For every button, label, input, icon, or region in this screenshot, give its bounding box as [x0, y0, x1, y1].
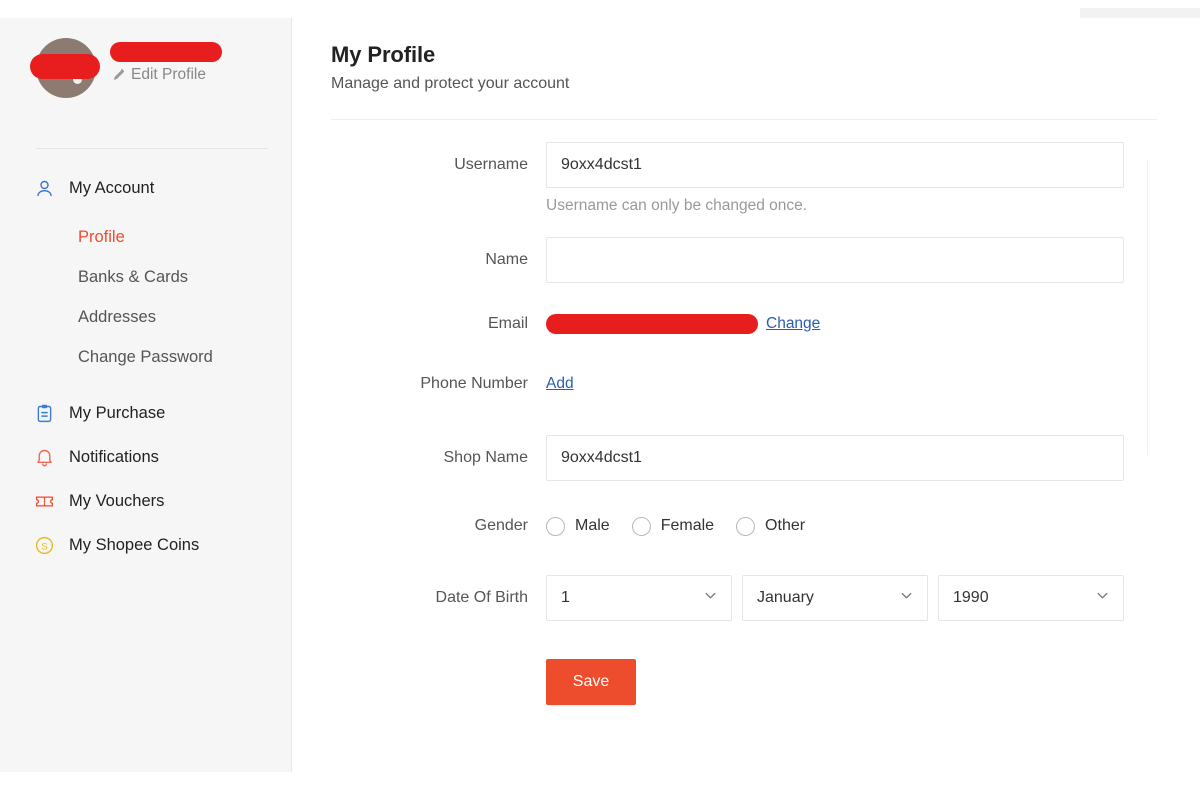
sidebar-item-change-password[interactable]: Change Password — [0, 337, 292, 377]
ticket-icon — [34, 491, 55, 512]
row-name: Name — [293, 237, 1200, 283]
chevron-down-icon — [899, 588, 914, 608]
edit-profile-label: Edit Profile — [131, 66, 206, 83]
clipboard-icon — [34, 403, 55, 424]
bell-icon — [34, 447, 55, 468]
dob-day-select[interactable]: 1 — [546, 575, 732, 621]
page-subtitle: Manage and protect your account — [331, 75, 570, 92]
avatar-redaction-mark — [30, 54, 100, 79]
change-email-link[interactable]: Change — [766, 315, 820, 333]
dob-month-value: January — [757, 589, 814, 606]
row-shop-name: Shop Name — [293, 435, 1200, 481]
top-bar — [0, 0, 1200, 18]
gender-label: Gender — [474, 517, 528, 534]
radio-icon — [736, 516, 756, 536]
save-button[interactable]: Save — [546, 659, 636, 705]
username-hint: Username can only be changed once. — [546, 197, 808, 214]
username-redaction-mark — [110, 42, 222, 62]
sidebar: Edit Profile My Account Profile Banks & … — [0, 18, 292, 772]
gender-option-female[interactable]: Female — [631, 516, 715, 536]
sidebar-item-label: My Shopee Coins — [69, 535, 200, 554]
shop-name-input[interactable] — [546, 435, 1124, 481]
phone-number-label: Phone Number — [420, 375, 528, 392]
sidebar-group-my-account[interactable]: My Account — [0, 173, 292, 203]
chevron-down-icon — [1095, 588, 1110, 608]
row-date-of-birth: Date Of Birth 1 January 1990 — [293, 575, 1200, 621]
dob-year-value: 1990 — [953, 589, 989, 606]
coin-icon: S — [34, 535, 55, 556]
sidebar-item-addresses[interactable]: Addresses — [0, 297, 292, 337]
chevron-down-icon — [703, 588, 718, 608]
gender-option-label: Other — [765, 517, 806, 534]
date-of-birth-label: Date Of Birth — [435, 589, 528, 606]
sidebar-user-info: Edit Profile — [110, 38, 222, 84]
date-of-birth-selects: 1 January 1990 — [546, 575, 1200, 621]
dob-year-select[interactable]: 1990 — [938, 575, 1124, 621]
gender-radio-group: Male Female Other — [546, 516, 1200, 536]
email-redaction-mark — [546, 314, 758, 334]
add-phone-link[interactable]: Add — [546, 375, 574, 392]
gender-option-label: Male — [575, 517, 610, 534]
radio-icon — [631, 516, 651, 536]
avatar[interactable] — [30, 38, 100, 98]
sidebar-item-label: Addresses — [78, 308, 156, 326]
shop-name-label: Shop Name — [443, 449, 529, 466]
username-label: Username — [454, 156, 528, 173]
pencil-icon — [110, 68, 125, 83]
profile-form: Username Username can only be changed on… — [293, 120, 1200, 705]
profile-page: Edit Profile My Account Profile Banks & … — [0, 0, 1200, 800]
sidebar-item-label: Profile — [78, 228, 125, 246]
sidebar-divider — [36, 148, 268, 149]
svg-text:S: S — [41, 541, 47, 552]
sidebar-item-banks-cards[interactable]: Banks & Cards — [0, 257, 292, 297]
sidebar-item-my-vouchers[interactable]: My Vouchers — [0, 479, 292, 523]
sidebar-item-label: My Vouchers — [69, 491, 165, 510]
row-save: Save — [293, 659, 1200, 705]
dob-day-value: 1 — [561, 589, 570, 606]
sidebar-item-label: My Purchase — [69, 403, 166, 422]
page-header: My Profile Manage and protect your accou… — [293, 18, 1200, 93]
dob-month-select[interactable]: January — [742, 575, 928, 621]
page-title: My Profile — [331, 42, 436, 67]
name-input[interactable] — [546, 237, 1124, 283]
sidebar-group-label: My Account — [69, 178, 155, 197]
gender-option-label: Female — [660, 517, 715, 534]
sidebar-item-label: Change Password — [78, 348, 213, 366]
top-bar-grey-strip — [1080, 8, 1200, 18]
email-label: Email — [487, 315, 528, 332]
main-content: My Profile Manage and protect your accou… — [293, 18, 1200, 800]
user-outline-icon — [34, 178, 55, 199]
row-email: Email Change — [293, 313, 1200, 335]
edit-profile-link[interactable]: Edit Profile — [110, 66, 222, 84]
sidebar-user-header: Edit Profile — [30, 38, 222, 98]
sidebar-subnav: Profile Banks & Cards Addresses Change P… — [0, 217, 292, 377]
row-username: Username Username can only be changed on… — [293, 142, 1200, 215]
sidebar-item-label: Notifications — [69, 447, 159, 466]
gender-option-male[interactable]: Male — [546, 516, 610, 536]
avatar-column-divider — [1147, 160, 1148, 455]
name-label: Name — [485, 251, 528, 268]
sidebar-item-my-shopee-coins[interactable]: S My Shopee Coins — [0, 523, 292, 567]
sidebar-item-notifications[interactable]: Notifications — [0, 435, 292, 479]
sidebar-nav: My Account Profile Banks & Cards Address… — [0, 173, 292, 567]
radio-icon — [546, 516, 565, 536]
row-gender: Gender Male Female Other — [293, 515, 1200, 537]
gender-option-other[interactable]: Other — [736, 516, 806, 536]
sidebar-item-label: Banks & Cards — [78, 268, 189, 286]
row-phone-number: Phone Number Add — [293, 373, 1200, 395]
sidebar-item-profile[interactable]: Profile — [0, 217, 292, 257]
username-input[interactable] — [546, 142, 1124, 188]
sidebar-item-my-purchase[interactable]: My Purchase — [0, 391, 292, 435]
